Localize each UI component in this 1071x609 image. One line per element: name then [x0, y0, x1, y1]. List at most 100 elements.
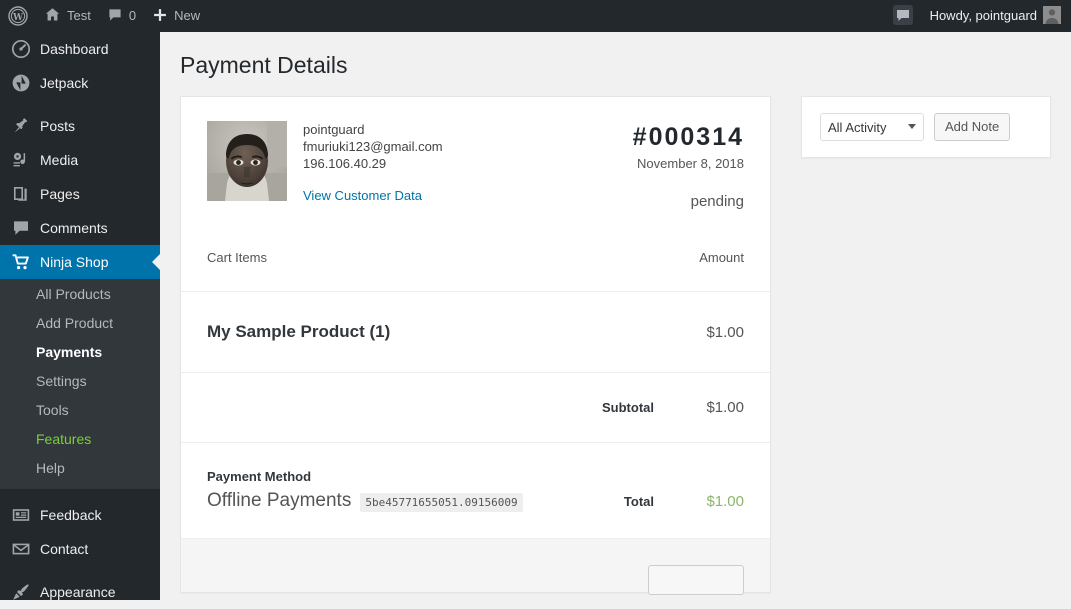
add-note-button[interactable]: Add Note [934, 113, 1011, 141]
sidebar-label: Pages [40, 186, 80, 202]
paintbrush-icon [11, 582, 31, 602]
sidebar-item-posts[interactable]: Posts [0, 109, 160, 143]
payment-method-row: Payment Method Offline Payments 5be45771… [181, 443, 770, 538]
ninja-shop-submenu: All Products Add Product Payments Settin… [0, 279, 160, 489]
submenu-item-add-product[interactable]: Add Product [0, 309, 160, 338]
payment-number: #000314 [632, 123, 744, 151]
notifications-button[interactable] [884, 0, 922, 32]
payment-method-label: Payment Method [207, 469, 312, 484]
customer-info: pointguard fmuriuki123@gmail.com 196.106… [287, 121, 633, 210]
subtotal-value: $1.00 [706, 399, 744, 416]
amount-column-header: Amount [699, 250, 744, 265]
transaction-id: 5be45771655051.09156009 [360, 493, 523, 512]
sidebar-label: Contact [40, 541, 89, 557]
payment-meta: #000314 November 8, 2018 pending [633, 121, 744, 210]
activity-filter-select[interactable]: All Activity [820, 113, 924, 141]
payment-header: pointguard fmuriuki123@gmail.com 196.106… [181, 97, 770, 220]
main-content-area: Payment Details pointguard fmuriuki123@g… [160, 32, 1071, 600]
sidebar-label: Feedback [40, 507, 102, 523]
sidebar-label: Jetpack [40, 75, 89, 91]
new-label: New [174, 8, 201, 23]
subtotal-label: Subtotal [602, 400, 654, 415]
payment-method-info: Payment Method Offline Payments 5be45771… [207, 469, 570, 512]
active-menu-arrow-icon [152, 254, 160, 270]
new-content-button[interactable]: New [144, 0, 208, 32]
avatar [1043, 5, 1061, 27]
cart-items-column-header: Cart Items [207, 250, 267, 265]
sidebar-item-comments[interactable]: Comments [0, 211, 160, 245]
total-value: $1.00 [706, 493, 744, 510]
content-columns: pointguard fmuriuki123@gmail.com 196.106… [180, 96, 1051, 595]
sidebar-item-media[interactable]: Media [0, 143, 160, 177]
plus-icon [152, 7, 168, 26]
submenu-item-payments[interactable]: Payments [0, 338, 160, 367]
user-avatar-photo [207, 121, 287, 201]
envelope-icon [11, 539, 31, 559]
menu-separator [0, 100, 160, 109]
submenu-item-help[interactable]: Help [0, 454, 160, 483]
panel-footer [181, 538, 770, 595]
comments-bubble-button[interactable]: 0 [99, 0, 144, 32]
submenu-item-all-products[interactable]: All Products [0, 280, 160, 309]
activity-panel: All Activity Add Note [801, 96, 1051, 158]
sidebar-item-dashboard[interactable]: Dashboard [0, 32, 160, 66]
comments-icon [11, 218, 31, 238]
view-customer-data-link[interactable]: View Customer Data [303, 188, 422, 203]
sidebar-item-jetpack[interactable]: Jetpack [0, 66, 160, 100]
cart-icon [11, 252, 31, 272]
submenu-item-settings[interactable]: Settings [0, 367, 160, 396]
sidebar-label: Appearance [40, 584, 116, 600]
sidebar-label: Dashboard [40, 41, 109, 57]
pin-icon [11, 116, 31, 136]
user-account-button[interactable]: Howdy, pointguard [922, 0, 1071, 32]
subtotal-row: Subtotal $1.00 [181, 373, 770, 443]
status-badge: pending [690, 193, 744, 210]
customer-ip: 196.106.40.29 [303, 156, 387, 171]
wordpress-logo-button[interactable]: W [0, 0, 36, 32]
sidebar-item-feedback[interactable]: Feedback [0, 498, 160, 532]
sidebar-label: Comments [40, 220, 108, 236]
page-title: Payment Details [180, 52, 348, 78]
footer-action-button[interactable] [648, 565, 744, 595]
sidebar-label: Posts [40, 118, 76, 134]
admin-sidebar-menu: Dashboard Jetpack Posts Media Pages Comm… [0, 32, 160, 600]
sidebar-item-contact[interactable]: Contact [0, 532, 160, 566]
menu-separator [0, 566, 160, 575]
notification-bubble-icon [892, 4, 914, 29]
site-name-button[interactable]: Test [36, 0, 99, 32]
menu-separator [0, 489, 160, 498]
cart-items-header: Cart Items Amount [181, 220, 770, 292]
sidebar-label: Media [40, 152, 79, 168]
media-icon [11, 150, 31, 170]
comments-count: 0 [128, 8, 137, 23]
cart-item-name: My Sample Product (1) [207, 322, 391, 341]
total-row: Total $1.00 [570, 493, 744, 512]
site-name-label: Test [67, 8, 91, 23]
total-label: Total [623, 494, 654, 509]
wordpress-logo-icon: W [8, 6, 28, 26]
payment-details-column: pointguard fmuriuki123@gmail.com 196.106… [180, 96, 771, 595]
activity-controls: All Activity Add Note [802, 97, 1050, 157]
svg-text:W: W [12, 13, 24, 23]
home-icon [44, 6, 61, 26]
dashboard-icon [11, 39, 31, 59]
customer-username: pointguard [303, 122, 365, 137]
table-row: My Sample Product (1) $1.00 [181, 292, 770, 373]
sidebar-label: Ninja Shop [40, 254, 109, 270]
submenu-item-features[interactable]: Features [0, 425, 160, 454]
submenu-item-tools[interactable]: Tools [0, 396, 160, 425]
payment-method-value: Offline Payments 5be45771655051.09156009 [207, 490, 570, 512]
activity-filter-wrapper: All Activity [820, 113, 924, 141]
customer-email: fmuriuki123@gmail.com [303, 139, 443, 154]
payment-date: November 8, 2018 [637, 156, 744, 171]
pages-icon [11, 184, 31, 204]
sidebar-item-pages[interactable]: Pages [0, 177, 160, 211]
cart-item-amount: $1.00 [706, 323, 744, 341]
jetpack-icon [11, 73, 31, 93]
activity-column: All Activity Add Note [801, 96, 1051, 158]
sidebar-item-ninja-shop[interactable]: Ninja Shop [0, 245, 160, 279]
feedback-icon [11, 505, 31, 525]
sidebar-item-appearance[interactable]: Appearance [0, 575, 160, 609]
payment-details-panel: pointguard fmuriuki123@gmail.com 196.106… [180, 96, 771, 595]
greeting-label: Howdy, pointguard [929, 8, 1037, 23]
